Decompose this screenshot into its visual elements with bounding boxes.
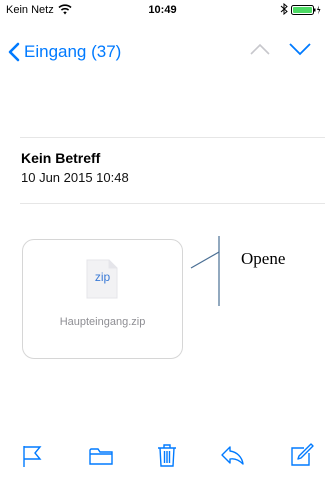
navigation-bar: Eingang (37) [0,32,325,68]
bottom-toolbar [0,432,325,479]
status-bar: Kein Netz 10:49 [0,0,325,20]
callout-bracket [190,236,220,306]
chevron-down-icon[interactable] [289,42,311,56]
back-button-label: Eingang (37) [24,42,122,61]
attachment-filename: Haupteingang.zip [59,316,146,328]
open-in-label: Opene [241,249,286,268]
compose-icon[interactable] [288,442,314,468]
attachment-tile[interactable]: zip Haupteingang.zip [22,239,183,359]
header-divider [20,137,325,138]
folder-icon[interactable] [88,442,114,468]
content-divider [20,203,325,204]
reply-icon[interactable] [219,442,245,468]
clock: 10:49 [148,4,177,16]
bluetooth-icon [280,3,288,15]
flag-icon[interactable] [19,442,45,468]
message-date: 10 Jun 2015 10:48 [21,170,129,185]
battery-icon [291,5,321,15]
back-button[interactable]: Eingang (37) [8,40,121,64]
chevron-left-icon [8,42,20,62]
file-type-label: zip [94,270,111,284]
message-subject: Kein Betreff [21,150,101,166]
trash-icon[interactable] [154,442,180,468]
chevron-up-icon[interactable] [250,42,270,56]
